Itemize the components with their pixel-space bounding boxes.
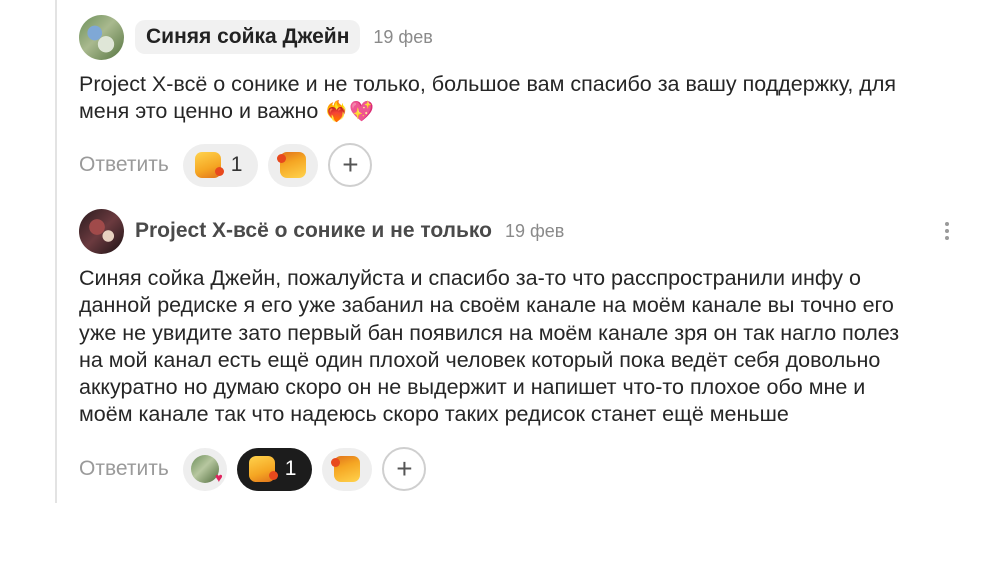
comment: Project X-всё о сонике и не только 19 фе… <box>79 208 952 491</box>
author-name[interactable]: Синяя сойка Джейн <box>135 20 361 54</box>
like-count: 1 <box>230 153 243 176</box>
thumbs-down-icon <box>334 456 361 482</box>
plus-icon: + <box>342 149 359 180</box>
add-reaction-button[interactable]: + <box>328 143 373 187</box>
author-name[interactable]: Project X-всё о сонике и не только <box>135 219 492 243</box>
comment-date: 19 фев <box>504 220 565 241</box>
like-button[interactable]: 1 <box>236 447 313 491</box>
thumbs-up-icon <box>248 456 278 482</box>
heart-icon: ♥ <box>215 470 223 485</box>
add-reaction-button[interactable]: + <box>382 447 427 491</box>
more-vertical-icon[interactable] <box>939 222 955 240</box>
author-heart-reaction: ♥ <box>182 447 227 491</box>
thread-line <box>55 0 57 503</box>
emoji-hearts: ❤️‍🔥💖 <box>324 101 375 124</box>
author-avatar-mini: ♥ <box>190 455 223 485</box>
avatar[interactable] <box>79 208 124 254</box>
dislike-button[interactable] <box>268 143 319 187</box>
like-button[interactable]: 1 <box>182 143 259 187</box>
comment-header: Project X-всё о сонике и не только 19 фе… <box>79 208 952 254</box>
thumbs-up-icon <box>194 152 224 178</box>
thumbs-down-icon <box>280 152 307 178</box>
like-count: 1 <box>284 457 297 480</box>
comment: Синяя сойка Джейн 19 фев Project X-всё о… <box>79 14 952 187</box>
comment-actions: Ответить 1 + <box>79 143 373 187</box>
comment-date: 19 фев <box>373 26 433 47</box>
comment-body: Project X-всё о сонике и не только, боль… <box>79 72 897 124</box>
comment-text: Синяя сойка Джейн, пожалуйста и спасибо … <box>79 266 900 427</box>
avatar[interactable] <box>79 14 124 60</box>
dislike-button[interactable] <box>322 447 373 491</box>
comment-header: Синяя сойка Джейн 19 фев <box>79 14 952 60</box>
reply-button[interactable]: Ответить <box>79 153 169 177</box>
comment-actions: Ответить ♥ 1 + <box>79 447 427 491</box>
plus-icon: + <box>396 453 413 484</box>
comment-text: Project X-всё о сонике и не только, боль… <box>79 71 952 127</box>
reply-button[interactable]: Ответить <box>79 457 169 481</box>
